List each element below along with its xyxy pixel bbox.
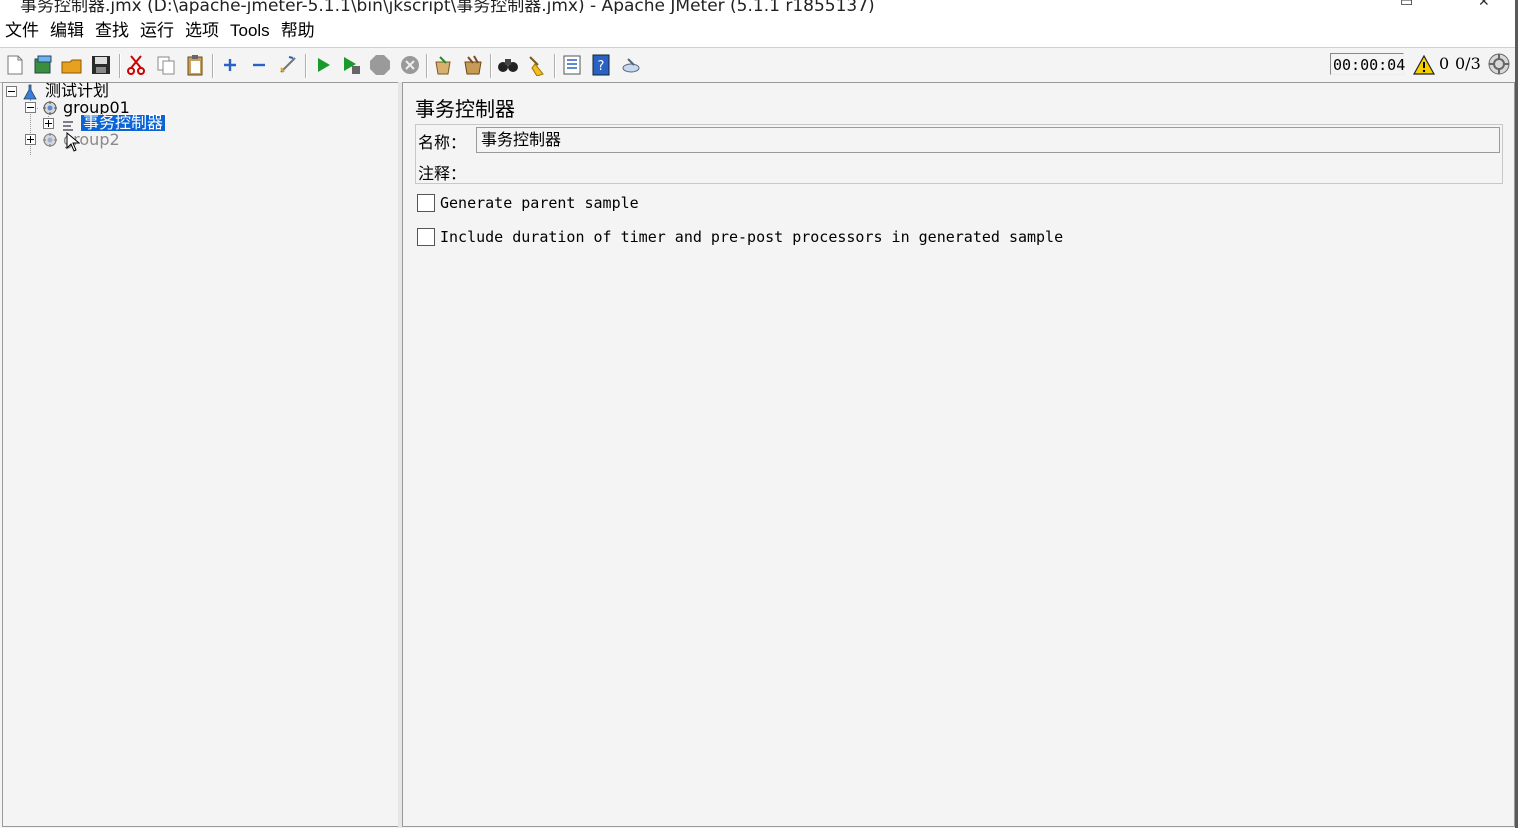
help-icon: ? [592, 54, 610, 76]
elapsed-timer: 00:00:04 [1330, 53, 1405, 75]
start-button[interactable] [312, 54, 334, 76]
reset-search-button[interactable] [526, 54, 548, 76]
copy-icon [157, 56, 175, 75]
menu-file[interactable]: 文件 [0, 14, 44, 48]
function-helper-icon [563, 55, 581, 75]
cut-icon [127, 55, 145, 75]
save-button[interactable] [90, 54, 112, 76]
open-icon [61, 59, 82, 74]
toggle-icon [280, 56, 296, 73]
start-icon [318, 58, 330, 72]
tree-expand-toggle[interactable] [43, 118, 54, 129]
close-icon[interactable]: ✕ [1478, 0, 1490, 10]
function-helper-button[interactable] [561, 54, 583, 76]
clear-icon [435, 56, 451, 75]
search-button[interactable] [497, 54, 519, 76]
tree-collapse-toggle[interactable] [6, 86, 17, 97]
menu-edit[interactable]: 编辑 [45, 14, 89, 48]
copy-button[interactable] [155, 54, 177, 76]
remote-button[interactable] [620, 54, 642, 76]
name-input[interactable]: 事务控制器 [476, 127, 1500, 153]
mouse-cursor-icon [66, 132, 80, 152]
menu-tools[interactable]: Tools [225, 14, 275, 48]
menu-search[interactable]: 查找 [90, 14, 134, 48]
toggle-button[interactable] [277, 54, 299, 76]
open-button[interactable] [61, 54, 83, 76]
panel-title: 事务控制器 [415, 97, 515, 121]
stop-icon [370, 55, 390, 75]
shutdown-icon [401, 56, 419, 74]
toolbar-separator [305, 54, 307, 78]
generate-parent-sample-label: Generate parent sample [440, 194, 639, 212]
expand-icon [224, 59, 236, 71]
minimize-icon[interactable]: ▭ [1400, 0, 1413, 10]
start-no-pause-icon [344, 57, 360, 74]
search-icon [498, 59, 518, 72]
toolbar-separator [212, 54, 214, 78]
include-timer-duration-label: Include duration of timer and pre-post p… [440, 228, 1064, 246]
tree-node-transaction-controller[interactable]: 事务控制器 [79, 114, 167, 132]
title-bar: 事务控制器.jmx (D:\apache-jmeter-5.1.1\bin\jk… [0, 0, 1518, 14]
test-plan-icon [23, 84, 37, 100]
menu-run[interactable]: 运行 [135, 14, 179, 48]
generate-parent-sample-checkbox[interactable] [417, 194, 435, 212]
running-status-icon [1488, 53, 1510, 75]
save-icon [92, 56, 110, 74]
name-label: 名称： [418, 133, 467, 152]
new-icon [7, 55, 23, 75]
controller-editor-panel: 事务控制器 名称： 事务控制器 注释： Generate parent samp… [402, 82, 1515, 827]
tree-collapse-toggle[interactable] [25, 102, 36, 113]
comment-label: 注释： [418, 164, 467, 183]
collapse-icon [253, 63, 265, 67]
toolbar-separator [426, 54, 428, 78]
name-comment-group: 名称： 事务控制器 注释： [415, 124, 1503, 184]
tree-expand-toggle[interactable] [25, 134, 36, 145]
clear-button[interactable] [432, 54, 454, 76]
remote-icon [622, 58, 640, 73]
toolbar: ? 00:00:04 0 0/3 [0, 48, 1518, 83]
help-button[interactable]: ? [590, 54, 612, 76]
shutdown-button[interactable] [399, 54, 421, 76]
tree-node-test-plan[interactable]: 测试计划 [45, 83, 109, 99]
menu-options[interactable]: 选项 [180, 14, 224, 48]
menu-help[interactable]: 帮助 [276, 14, 320, 48]
stop-button[interactable] [369, 54, 391, 76]
test-plan-tree: 测试计划 group01 事务控制器 group2 [2, 82, 399, 827]
reset-search-icon [529, 56, 544, 76]
clear-all-button[interactable] [462, 54, 484, 76]
generate-parent-sample-option[interactable]: Generate parent sample [417, 194, 639, 212]
paste-button[interactable] [184, 54, 206, 76]
expand-all-button[interactable] [219, 54, 241, 76]
start-no-pauses-button[interactable] [340, 54, 362, 76]
thread-group-icon [43, 133, 57, 147]
new-button[interactable] [4, 54, 26, 76]
cut-button[interactable] [125, 54, 147, 76]
clear-all-icon [464, 55, 482, 75]
toolbar-separator [554, 54, 556, 78]
include-timer-duration-checkbox[interactable] [417, 228, 435, 246]
warning-icon[interactable] [1413, 54, 1435, 76]
toolbar-separator [490, 54, 492, 78]
templates-icon [34, 55, 52, 74]
collapse-all-button[interactable] [248, 54, 270, 76]
include-timer-duration-option[interactable]: Include duration of timer and pre-post p… [417, 228, 1063, 246]
window-title: 事务控制器.jmx (D:\apache-jmeter-5.1.1\bin\jk… [20, 0, 875, 14]
comment-input[interactable] [476, 155, 1500, 181]
menu-bar: 文件 编辑 查找 运行 选项 Tools 帮助 [0, 14, 1518, 48]
svg-text:?: ? [598, 59, 605, 74]
thread-count: 0/3 [1455, 54, 1481, 73]
error-count: 0 [1439, 54, 1450, 73]
toolbar-separator [119, 54, 121, 78]
templates-button[interactable] [32, 54, 54, 76]
thread-group-icon [43, 101, 57, 115]
paste-icon [187, 55, 203, 76]
